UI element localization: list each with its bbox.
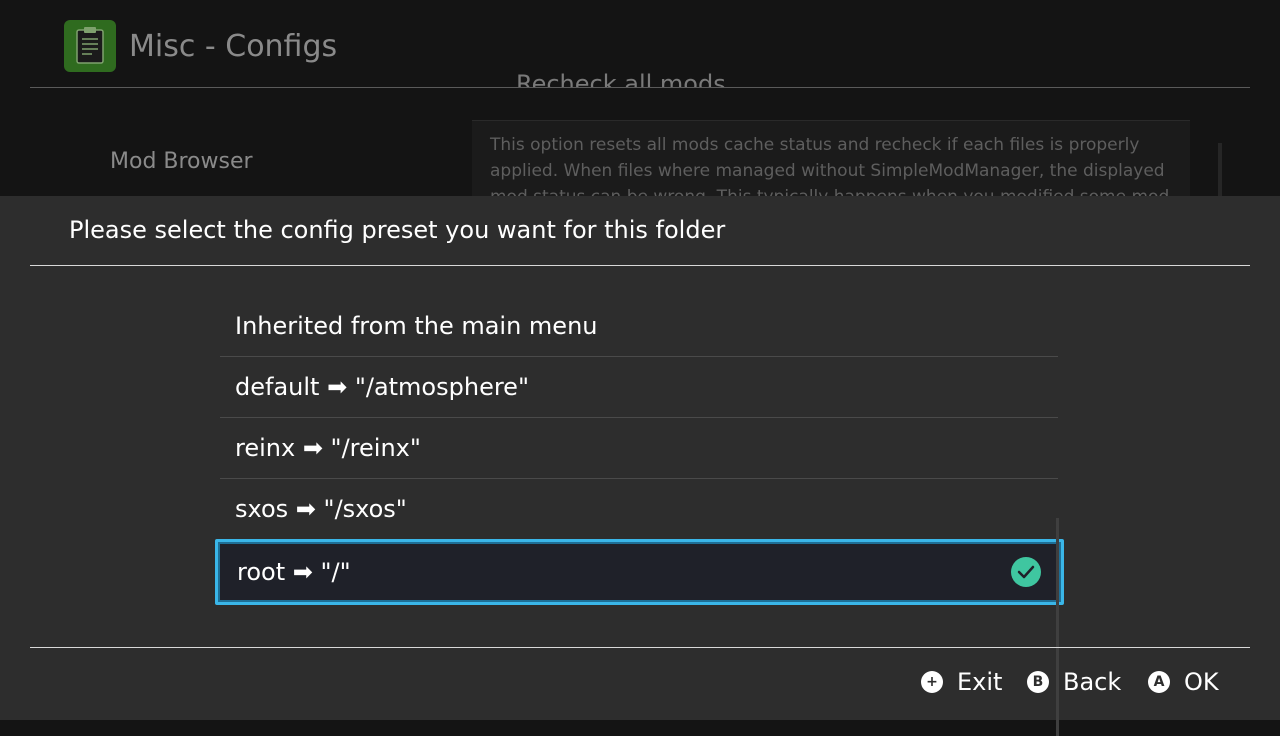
b-button-icon: B [1027,671,1049,693]
page-title: Misc - Configs [129,29,338,64]
list-scrollbar[interactable] [1056,518,1059,736]
preset-list: Inherited from the main menu default ➡ "… [215,295,1064,605]
ok-label: OK [1184,668,1219,696]
preset-item-default[interactable]: default ➡ "/atmosphere" [220,357,1058,418]
preset-item-label: reinx ➡ "/reinx" [235,434,421,462]
config-preset-dialog: Please select the config preset you want… [0,196,1280,736]
document-icon [64,20,116,72]
checkmark-icon [1011,557,1041,587]
dialog-title: Please select the config preset you want… [69,216,726,244]
dialog-divider-bottom [30,647,1250,648]
preset-item-root[interactable]: root ➡ "/" [215,539,1064,605]
exit-label: Exit [957,668,1003,696]
exit-button[interactable]: + Exit [921,668,1002,696]
preset-item-label: sxos ➡ "/sxos" [235,495,407,523]
dialog-divider-top [30,265,1250,266]
preset-item-label: default ➡ "/atmosphere" [235,373,529,401]
preset-item-reinx[interactable]: reinx ➡ "/reinx" [220,418,1058,479]
background-content: Mod Browser This option resets all mods … [0,88,1280,196]
background-menu-item: Recheck all mods [516,70,726,88]
sidebar-item-mod-browser: Mod Browser [110,149,253,174]
preset-item-label: Inherited from the main menu [235,311,598,340]
preset-item-label: root ➡ "/" [237,558,351,586]
a-button-icon: A [1148,671,1170,693]
ok-button[interactable]: A OK [1148,668,1219,696]
back-button[interactable]: B Back [1027,668,1121,696]
background-scrollbar [1218,143,1222,196]
back-label: Back [1063,668,1122,696]
preset-item-inherited[interactable]: Inherited from the main menu [220,295,1058,357]
preset-item-sxos[interactable]: sxos ➡ "/sxos" [220,479,1058,540]
description-text: This option resets all mods cache status… [490,135,1169,196]
plus-button-icon: + [921,671,943,693]
